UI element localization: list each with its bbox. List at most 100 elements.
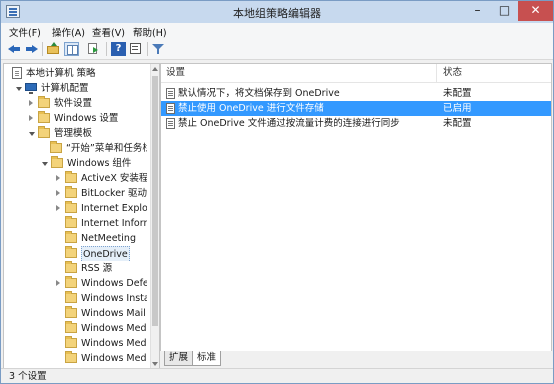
tree-item-netmeeting[interactable]: NetMeeting <box>56 231 147 246</box>
folder-icon <box>38 126 50 138</box>
tree-item-start-menu[interactable]: “开始”菜单和任务栏 <box>41 141 147 156</box>
view-tabs: 扩展 标准 <box>160 351 552 367</box>
tree-item-windows-media-center[interactable]: Windows Media Center <box>56 321 147 336</box>
toolbar-separator <box>106 42 107 56</box>
tree-item-windows-components[interactable]: Windows 组件 <box>42 156 147 171</box>
column-header-state[interactable]: 状态 <box>437 64 551 83</box>
folder-icon <box>51 156 63 168</box>
chevron-right-icon[interactable] <box>56 190 60 196</box>
close-button[interactable]: ✕ <box>518 1 553 21</box>
tree-item-label: Windows 设置 <box>54 113 119 124</box>
chevron-right-icon[interactable] <box>56 205 60 211</box>
status-bar: 3 个设置 <box>1 368 553 383</box>
title-bar[interactable]: 本地组策略编辑器 – □ ✕ <box>1 1 553 23</box>
folder-icon <box>65 216 77 228</box>
policy-state: 已启用 <box>443 103 472 114</box>
tree-item-label: Windows 组件 <box>67 158 132 169</box>
toolbar-separator <box>147 42 148 56</box>
tree-item-windows-media-player[interactable]: Windows Media Player <box>56 336 147 351</box>
tree-item-label: Internet Information Services <box>81 218 147 229</box>
tab-extended[interactable]: 扩展 <box>164 351 194 366</box>
folder-icon <box>65 321 77 333</box>
menu-help[interactable]: 帮助(H) <box>133 25 167 39</box>
menu-bar: 文件(F) 操作(A) 查看(V) 帮助(H) <box>1 23 553 40</box>
tree-item-windows-mail[interactable]: Windows Mail <box>56 306 147 321</box>
policy-name: 默认情况下，将文档保存到 OneDrive <box>178 88 340 99</box>
menu-file[interactable]: 文件(F) <box>9 25 41 39</box>
policy-setting-icon <box>166 103 175 114</box>
tree-item-label: Windows Installer <box>81 293 147 304</box>
tree-item-windows-media-drm[interactable]: Windows Media 数字权限管理 <box>56 351 147 366</box>
tree-item-label: Windows Mail <box>81 308 146 319</box>
tree-item-computer-config[interactable]: 计算机配置 <box>16 81 146 96</box>
folder-icon <box>38 111 50 123</box>
tree-item-label: Windows Defender <box>81 278 147 289</box>
tree-item-admin-templates[interactable]: 管理模板 <box>29 126 146 141</box>
tree-item-label: NetMeeting <box>81 233 136 244</box>
scroll-up-arrow-icon[interactable] <box>152 67 158 71</box>
tree-item-label: 软件设置 <box>54 98 93 109</box>
chevron-down-icon[interactable] <box>42 162 48 166</box>
properties-icon[interactable] <box>129 42 144 56</box>
toolbar: ? <box>1 40 553 60</box>
tree-item-local-policy[interactable]: 本地计算机 策略 <box>6 66 146 81</box>
tree-item-internet-explorer[interactable]: Internet Explorer <box>56 201 147 216</box>
menu-action[interactable]: 操作(A) <box>52 25 85 39</box>
tree-item-activex[interactable]: ActiveX 安装程序服务 <box>56 171 147 186</box>
folder-icon <box>65 186 77 198</box>
tree-item-label: ActiveX 安装程序服务 <box>81 173 147 184</box>
help-icon[interactable]: ? <box>111 42 126 56</box>
show-hide-tree-icon[interactable] <box>64 42 79 56</box>
chevron-down-icon[interactable] <box>16 87 22 91</box>
folder-icon <box>65 246 77 258</box>
folder-icon <box>50 141 62 153</box>
policy-row[interactable]: 禁止 OneDrive 文件通过按流量计费的连接进行同步 未配置 <box>161 116 551 131</box>
tree-pane: 本地计算机 策略 计算机配置 软件设置 Windows 设置 管理模板 “开始”… <box>3 63 160 370</box>
tree-scrollbar[interactable] <box>150 64 159 369</box>
tree-item-rss[interactable]: RSS 源 <box>56 261 147 276</box>
toolbar-separator <box>42 42 43 56</box>
chevron-right-icon[interactable] <box>29 100 33 106</box>
forward-arrow-icon[interactable] <box>24 42 39 56</box>
policy-setting-icon <box>166 88 175 99</box>
tree-item-bitlocker[interactable]: BitLocker 驱动器加密 <box>56 186 147 201</box>
folder-icon <box>65 171 77 183</box>
menu-view[interactable]: 查看(V) <box>92 25 125 39</box>
up-folder-icon[interactable] <box>46 42 61 56</box>
chevron-right-icon[interactable] <box>56 280 60 286</box>
filter-icon[interactable] <box>151 42 166 56</box>
folder-icon <box>65 231 77 243</box>
folder-icon <box>65 276 77 288</box>
export-list-icon[interactable] <box>86 42 101 56</box>
folder-icon <box>65 336 77 348</box>
chevron-right-icon[interactable] <box>29 115 33 121</box>
chevron-down-icon[interactable] <box>29 132 35 136</box>
scrollbar-thumb[interactable] <box>152 76 158 326</box>
tab-standard[interactable]: 标准 <box>192 351 222 366</box>
scroll-down-arrow-icon[interactable] <box>152 362 158 366</box>
back-arrow-icon[interactable] <box>7 42 22 56</box>
tree-item-label: 管理模板 <box>54 128 93 139</box>
folder-icon <box>65 261 77 273</box>
gpedit-window: 本地组策略编辑器 – □ ✕ 文件(F) 操作(A) 查看(V) 帮助(H) ?… <box>0 0 554 384</box>
tree-item-label: Internet Explorer <box>81 203 147 214</box>
policy-row[interactable]: 默认情况下，将文档保存到 OneDrive 未配置 <box>161 86 551 101</box>
maximize-button[interactable]: □ <box>491 1 518 21</box>
tree-item-label: 本地计算机 策略 <box>26 68 96 79</box>
tree-item-label: Windows Media 数字权限管理 <box>81 353 147 364</box>
tree-item-windows-installer[interactable]: Windows Installer <box>56 291 147 306</box>
folder-icon <box>65 351 77 363</box>
tree-item-software-settings[interactable]: 软件设置 <box>29 96 146 111</box>
tree-item-windows-settings[interactable]: Windows 设置 <box>29 111 146 126</box>
policy-row[interactable]: 禁止使用 OneDrive 进行文件存储 已启用 <box>161 101 551 116</box>
folder-icon <box>65 291 77 303</box>
tree-item-iis[interactable]: Internet Information Services <box>56 216 147 231</box>
tree-item-windows-defender[interactable]: Windows Defender <box>56 276 147 291</box>
status-text: 3 个设置 <box>9 371 47 382</box>
tree-item-label: RSS 源 <box>81 263 113 274</box>
minimize-button[interactable]: – <box>464 1 491 21</box>
column-header-setting[interactable]: 设置 <box>161 64 437 83</box>
tree-item-onedrive[interactable]: OneDrive <box>56 246 147 261</box>
chevron-right-icon[interactable] <box>56 175 60 181</box>
folder-icon <box>65 306 77 318</box>
